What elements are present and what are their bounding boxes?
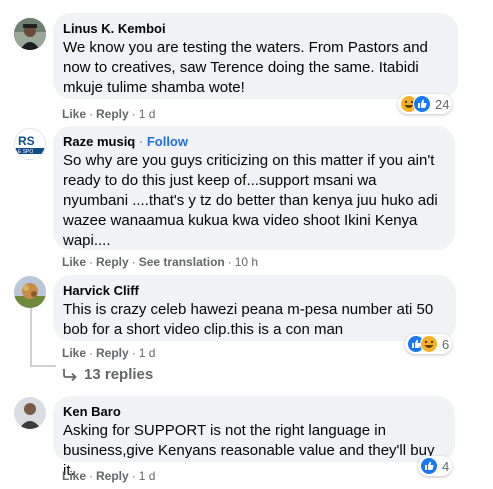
avatar[interactable] (14, 397, 46, 429)
timestamp[interactable]: 10 h (235, 255, 258, 269)
thread-line-curve (30, 365, 56, 367)
reply-link[interactable]: Reply (96, 346, 129, 360)
comment-actions: Like · Reply · 1 d (62, 107, 156, 121)
see-translation-link[interactable]: See translation (139, 255, 225, 269)
like-link[interactable]: Like (62, 107, 86, 121)
comment-actions: Like · Reply · See translation · 10 h (62, 255, 259, 269)
reply-link[interactable]: Reply (96, 255, 129, 269)
reaction-summary[interactable]: 4 (418, 456, 453, 476)
comment-actions: Like · Reply · 1 d (62, 469, 156, 483)
reaction-count: 6 (442, 336, 450, 352)
avatar[interactable] (14, 276, 46, 308)
svg-text:RS: RS (18, 134, 35, 148)
reply-arrow-icon (63, 368, 77, 381)
reply-link[interactable]: Reply (96, 107, 129, 121)
like-link[interactable]: Like (62, 346, 86, 360)
reaction-count: 4 (442, 458, 450, 474)
comment-bubble: Linus K. Kemboi We know you are testing … (53, 13, 458, 99)
comment-actions: Like · Reply · 1 d (62, 346, 156, 360)
view-replies-link[interactable]: 13 replies (62, 366, 153, 383)
avatar[interactable] (14, 18, 46, 50)
avatar[interactable]: RS E SPO (14, 128, 46, 160)
comment-text: We know you are testing the waters. From… (63, 39, 428, 96)
reply-link[interactable]: Reply (96, 469, 129, 483)
comment-bubble: Raze musiq · Follow So why are you guys … (53, 126, 455, 250)
comment-text: This is crazy celeb hawezi peana m-pesa … (63, 301, 434, 338)
comment-text: So why are you guys criticizing on this … (63, 152, 438, 249)
comment-author[interactable]: Raze musiq (63, 134, 135, 149)
like-link[interactable]: Like (62, 255, 86, 269)
reaction-count: 24 (435, 96, 450, 112)
reaction-summary[interactable]: 24 (398, 94, 453, 114)
svg-text:E SPO: E SPO (18, 149, 33, 155)
comment-author-row: Raze musiq · Follow (63, 134, 188, 149)
like-link[interactable]: Like (62, 469, 86, 483)
haha-icon (420, 335, 438, 353)
replies-count-label: 13 replies (84, 366, 154, 383)
follow-button[interactable]: Follow (147, 134, 188, 149)
like-icon (413, 95, 431, 113)
timestamp[interactable]: 1 d (139, 346, 156, 360)
comment-bubble: Harvick Cliff This is crazy celeb hawezi… (53, 275, 456, 341)
like-icon (420, 457, 438, 475)
timestamp[interactable]: 1 d (139, 107, 156, 121)
comment-author[interactable]: Harvick Cliff (63, 282, 444, 299)
comment-bubble: Ken Baro Asking for SUPPORT is not the r… (53, 396, 455, 479)
thread-line (30, 305, 32, 367)
timestamp[interactable]: 1 d (139, 469, 156, 483)
reaction-summary[interactable]: 6 (405, 334, 453, 354)
comment-author[interactable]: Ken Baro (63, 403, 443, 420)
comment-author[interactable]: Linus K. Kemboi (63, 20, 446, 37)
